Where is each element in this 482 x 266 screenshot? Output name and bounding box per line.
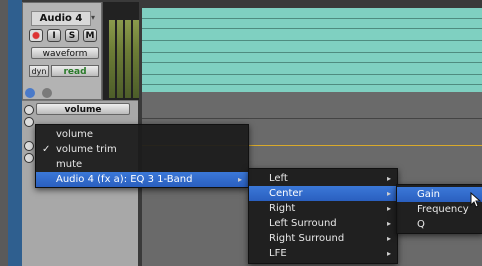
track-header: Audio 4 ▾ I S M waveform dyn read: [22, 2, 102, 100]
lane-divider: [142, 118, 482, 119]
waveform-line: [142, 52, 482, 53]
waveform-line: [142, 18, 482, 19]
audio-region[interactable]: [142, 8, 482, 92]
submenu-arrow-icon: ▸: [386, 249, 391, 258]
track-icons: [25, 83, 55, 98]
menu-item-mute[interactable]: mute: [36, 157, 248, 172]
submenu-arrow-icon: ▸: [386, 204, 391, 213]
track-name-arrow-icon[interactable]: ▾: [91, 11, 99, 24]
track-name[interactable]: Audio 4: [31, 11, 91, 26]
menu-item-lfe[interactable]: LFE ▸: [249, 246, 397, 261]
pro-tools-edit-window: Audio 4 ▾ I S M waveform dyn read volume: [0, 0, 482, 266]
check-icon: ✓: [42, 144, 51, 155]
submenu-arrow-icon: ▸: [386, 234, 391, 243]
window-edge: [0, 0, 8, 266]
channel-submenu: Left ▸ Center ▸ Right ▸ Left Surround ▸ …: [248, 168, 398, 264]
lane-parameter-selector[interactable]: volume: [36, 103, 130, 115]
dyn-button[interactable]: dyn: [29, 65, 49, 77]
solo-button[interactable]: S: [65, 29, 79, 42]
record-enable-button[interactable]: [29, 29, 43, 42]
menu-item-q[interactable]: Q: [397, 217, 482, 232]
meter-bar: [133, 20, 139, 98]
meter-bar: [109, 20, 115, 98]
waveform-line: [142, 74, 482, 75]
lane-remove-icon[interactable]: [24, 117, 34, 127]
menu-item-right[interactable]: Right ▸: [249, 201, 397, 216]
meter-bar: [117, 20, 123, 98]
lane-add-icon[interactable]: [24, 105, 34, 115]
track-view-selector[interactable]: waveform: [31, 47, 99, 59]
waveform-line: [142, 28, 482, 29]
automation-parameter-menu: volume ✓ volume trim mute Audio 4 (fx a)…: [35, 124, 249, 188]
track-info-icon[interactable]: [25, 88, 35, 98]
menu-item-left[interactable]: Left ▸: [249, 171, 397, 186]
menu-item-right-surround[interactable]: Right Surround ▸: [249, 231, 397, 246]
menu-item-volume-trim[interactable]: ✓ volume trim: [36, 142, 248, 157]
lane-remove-icon[interactable]: [24, 153, 34, 163]
mouse-cursor-icon: [470, 192, 482, 208]
automation-mode-selector[interactable]: read: [51, 65, 99, 77]
mute-button[interactable]: M: [83, 29, 97, 42]
submenu-arrow-icon: ▸: [386, 174, 391, 183]
track-playlist-icon[interactable]: [42, 88, 53, 98]
track-meter: [102, 2, 139, 100]
input-monitor-button[interactable]: I: [47, 29, 61, 42]
waveform-line: [142, 84, 482, 85]
waveform-line: [142, 40, 482, 41]
submenu-arrow-icon: ▸: [386, 189, 391, 198]
waveform-line: [142, 62, 482, 63]
submenu-arrow-icon: ▸: [237, 175, 242, 184]
menu-item-eq-plugin[interactable]: Audio 4 (fx a): EQ 3 1-Band ▸: [36, 172, 248, 187]
submenu-arrow-icon: ▸: [386, 219, 391, 228]
track-color-strip: [8, 0, 22, 266]
menu-item-center[interactable]: Center ▸: [249, 186, 397, 201]
lane-add-icon[interactable]: [24, 141, 34, 151]
menu-item-left-surround[interactable]: Left Surround ▸: [249, 216, 397, 231]
meter-bar: [125, 20, 131, 98]
menu-item-volume[interactable]: volume: [36, 127, 248, 142]
